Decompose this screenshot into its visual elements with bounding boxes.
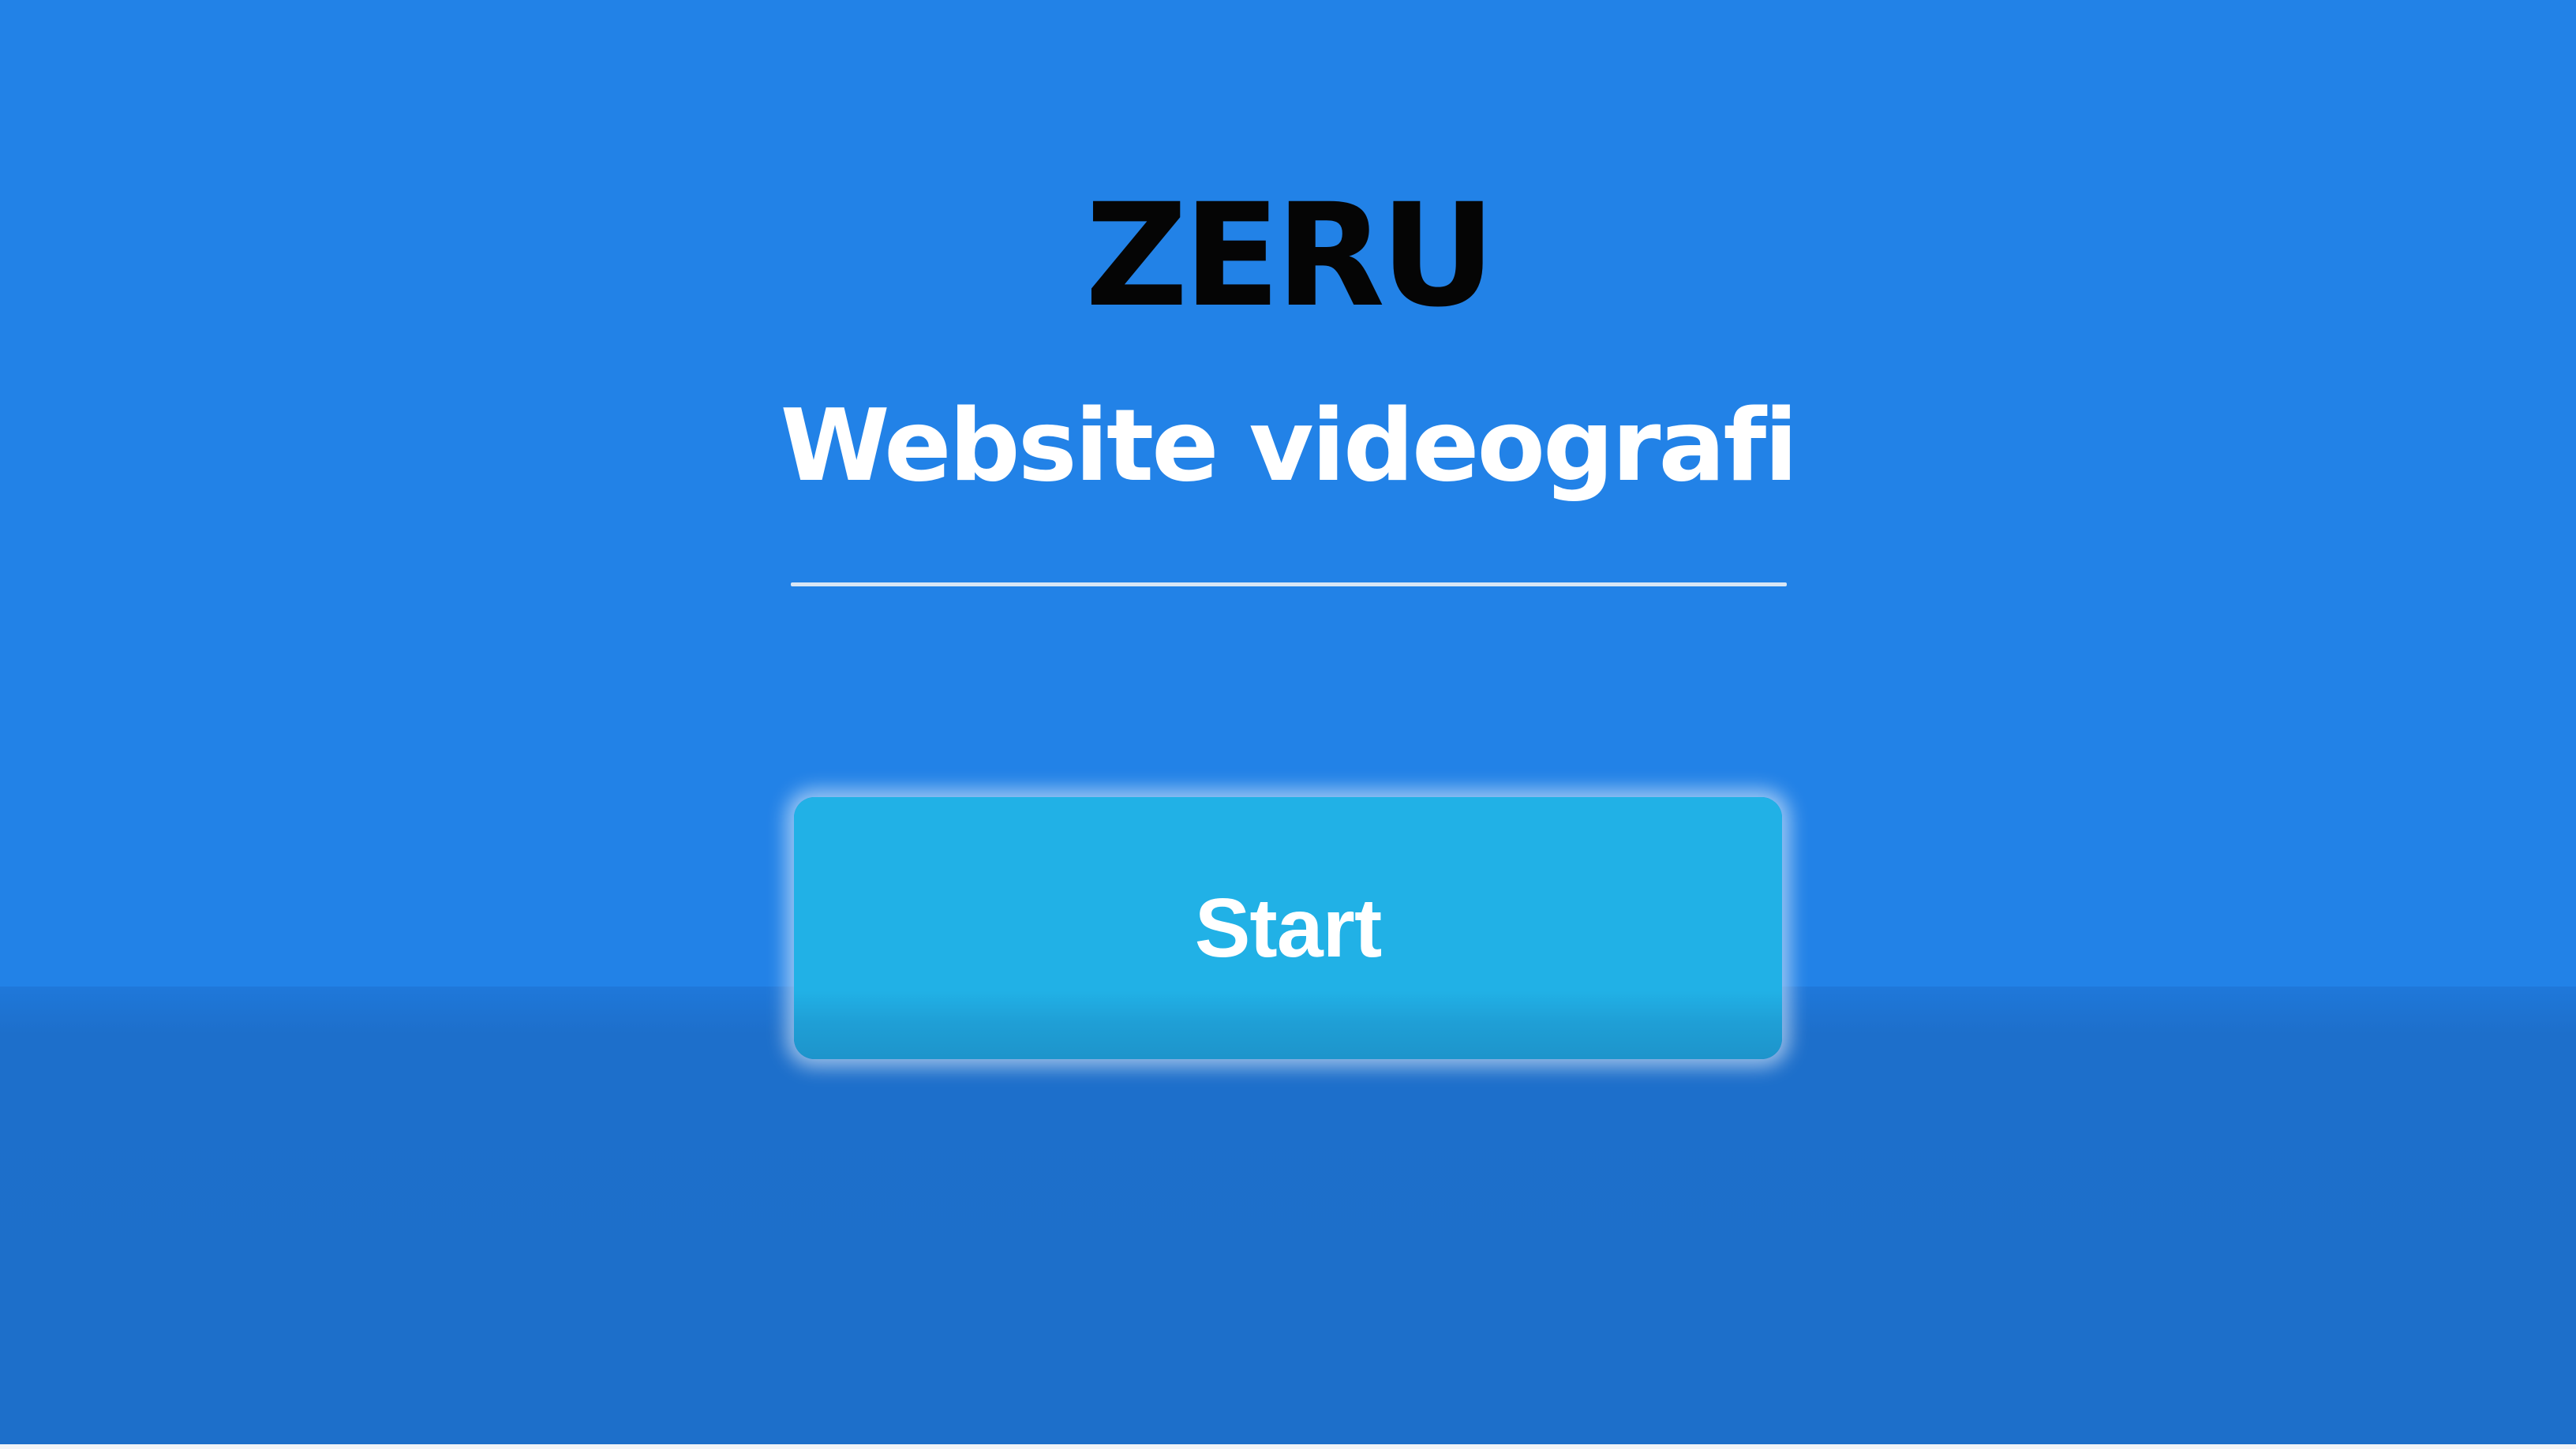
- start-button[interactable]: Start: [794, 797, 1782, 1059]
- start-button-label: Start: [1194, 881, 1383, 975]
- brand-title: ZERU: [1084, 174, 1496, 339]
- page-subtitle: Website videografi: [780, 388, 1799, 504]
- bottom-edge: [0, 1444, 2576, 1449]
- divider: [791, 582, 1787, 586]
